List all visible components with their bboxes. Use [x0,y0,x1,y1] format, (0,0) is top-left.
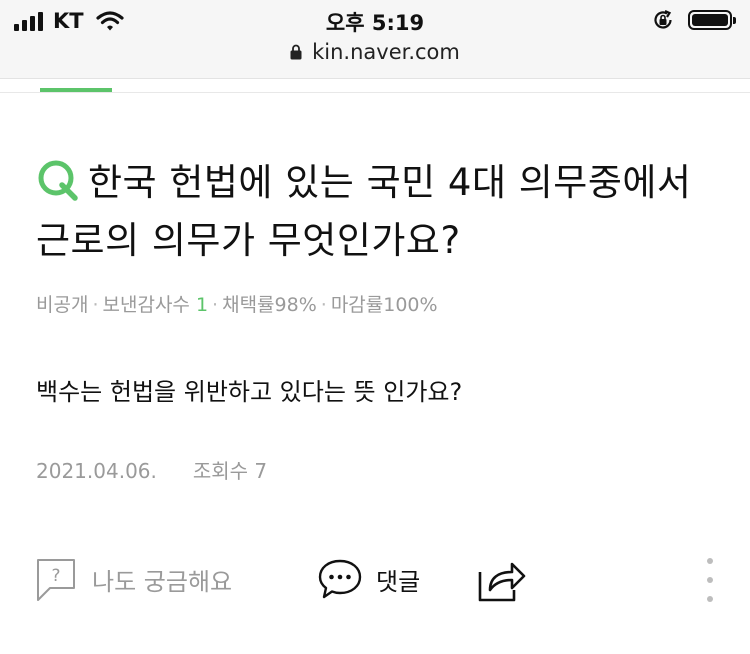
address-bar[interactable]: kin.naver.com [0,40,750,64]
closing-rate: 마감률100% [330,294,438,316]
question-title: 한국 헌법에 있는 국민 4대 의무중에서 근로의 의무가 무엇인가요? [36,154,726,270]
header-divider [0,92,750,93]
thanks-count: 1 [195,294,209,316]
question-body: 백수는 헌법을 위반하고 있다는 뜻 인가요? [36,378,463,406]
more-dot [707,558,713,564]
more-options-button[interactable] [700,558,720,602]
more-dot [707,577,713,583]
question-date: 2021.04.06. [36,459,157,483]
share-button[interactable] [476,554,528,604]
action-bar: ? 나도 궁금해요 댓글 [36,554,726,604]
status-time: 오후 5:19 [325,11,425,35]
question-q-icon [38,160,78,201]
comment-button[interactable]: 댓글 [318,554,420,604]
view-count: 조회수 7 [192,459,268,483]
visibility-label: 비공개 [36,294,89,316]
adoption-rate: 채택률98% [222,294,317,316]
meta-separator: · [212,294,219,316]
question-info: 2021.04.06. 조회수 7 [36,455,267,484]
svg-text:?: ? [51,566,60,586]
meta-separator: · [320,294,327,316]
curious-too-label: 나도 궁금해요 [92,567,233,596]
share-icon [478,562,526,602]
more-dot [707,596,713,602]
question-title-text: 한국 헌법에 있는 국민 4대 의무중에서 근로의 의무가 무엇인가요? [36,161,692,262]
battery-icon [688,10,736,30]
rotation-lock-icon [654,9,672,29]
status-right [652,9,736,31]
thanks-label: 보낸감사수 [102,294,190,316]
status-bar: KT 오후 5:19 kin.naver.com [0,0,750,79]
padlock-icon [290,44,302,60]
question-bubble-icon: ? [37,559,75,601]
comment-label: 댓글 [376,567,421,596]
url-text: kin.naver.com [312,40,460,64]
meta-separator: · [92,294,99,316]
question-meta: 비공개 · 보낸감사수 1 · 채택률98% · 마감률100% [36,290,438,317]
curious-too-button[interactable]: ? 나도 궁금해요 [36,554,232,604]
speech-bubble-icon [318,559,362,599]
